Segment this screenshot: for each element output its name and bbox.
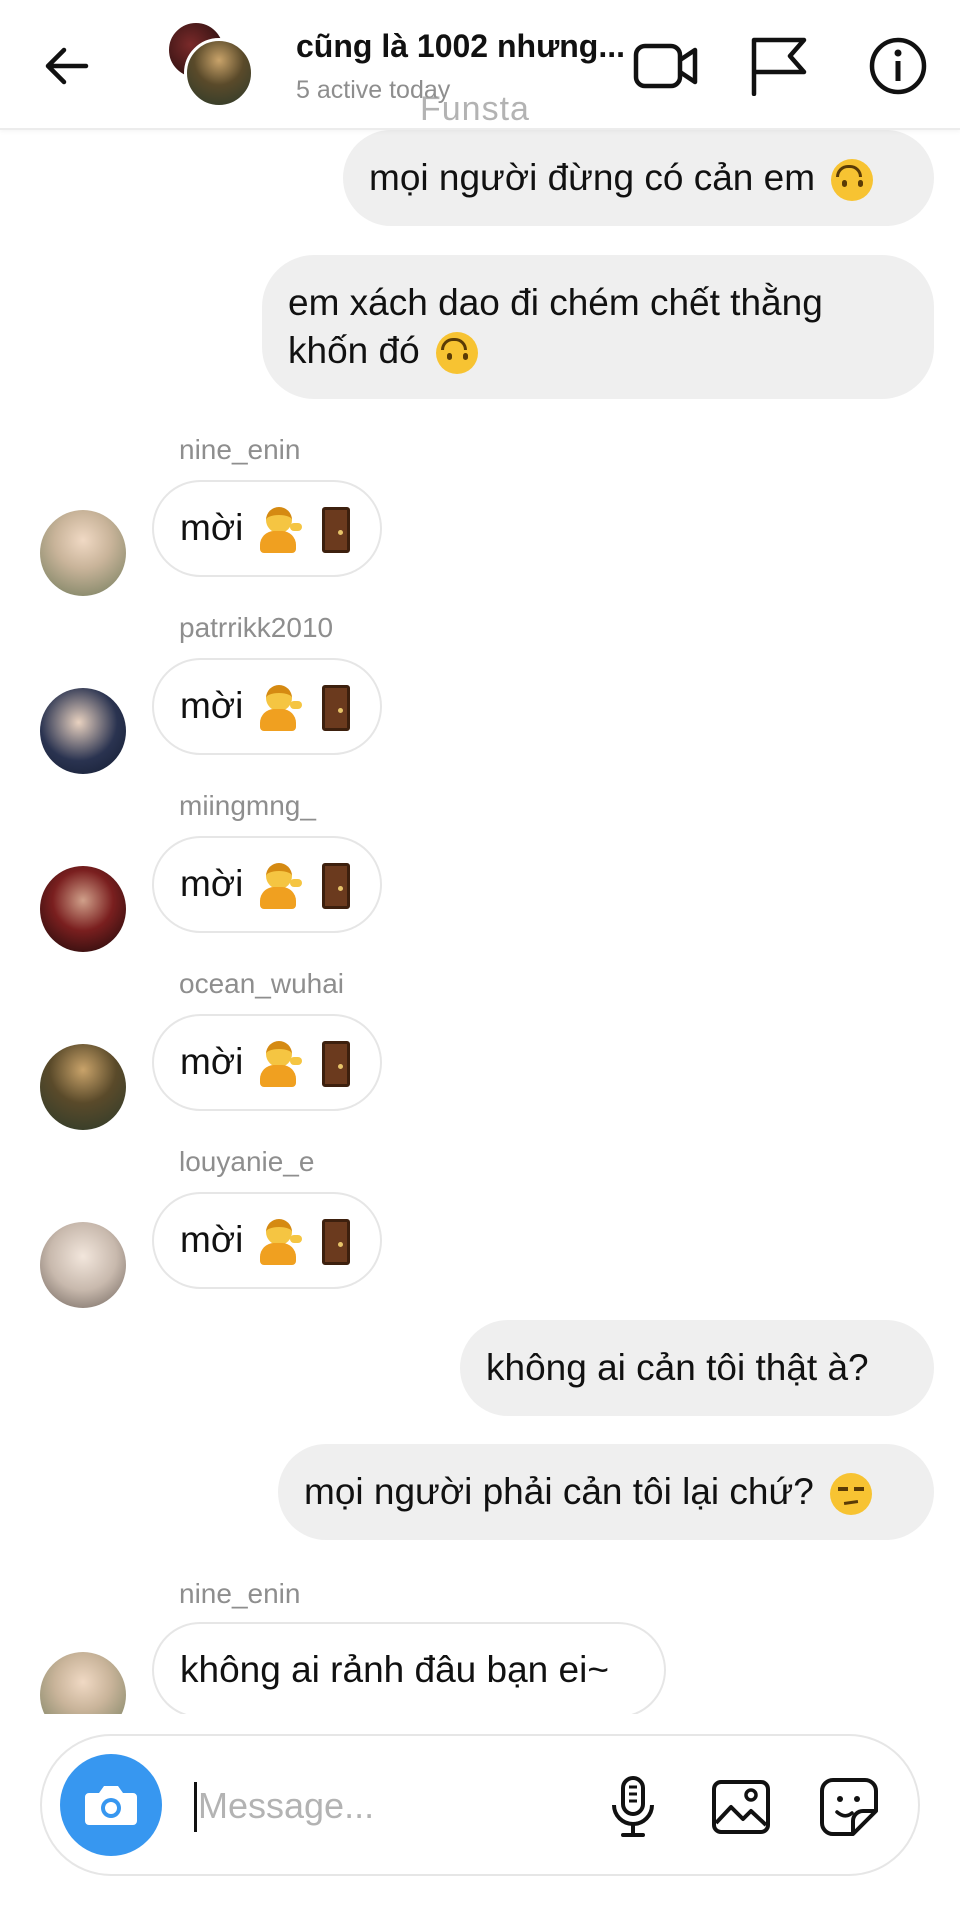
unamused-face-icon [830, 1473, 873, 1516]
door-icon [321, 685, 350, 732]
gallery-button[interactable] [706, 1772, 776, 1842]
video-camera-icon [633, 43, 698, 89]
incoming-message[interactable]: mời [152, 1014, 382, 1112]
sender-username: nine_enin [179, 434, 301, 465]
message-composer [40, 1734, 920, 1876]
microphone-icon [612, 1776, 654, 1837]
person-tipping-hand-icon [259, 1041, 304, 1088]
back-arrow-icon [45, 47, 89, 85]
message-text: mời [180, 1219, 244, 1260]
door-icon [321, 1041, 350, 1088]
incoming-message[interactable]: mời [152, 658, 382, 756]
avatar[interactable] [40, 510, 126, 596]
door-icon [321, 507, 350, 554]
avatar[interactable] [40, 866, 126, 952]
sender-username: ocean_wuhai [179, 968, 345, 999]
watermark: Funsta [420, 90, 530, 128]
outgoing-message[interactable]: em xách dao đi chém chết thằng khốn đó [262, 255, 934, 399]
sticker-button[interactable] [814, 1772, 884, 1842]
upside-down-face-icon [435, 332, 478, 375]
message-text: em xách dao đi chém chết thằng khốn đó [288, 282, 823, 371]
message-text: mọi người đừng có cản em [369, 157, 816, 198]
avatar[interactable] [40, 1044, 126, 1130]
avatar[interactable] [40, 688, 126, 774]
text-caret [194, 1782, 197, 1832]
outgoing-message[interactable]: mọi người đừng có cản em [343, 130, 934, 226]
camera-button[interactable] [60, 1754, 162, 1856]
message-text: mời [180, 507, 244, 548]
message-input[interactable] [198, 1776, 598, 1836]
sender-username: miingmng_ [179, 790, 316, 821]
person-tipping-hand-icon [259, 1219, 304, 1266]
info-button[interactable] [862, 30, 934, 102]
incoming-message[interactable]: mời [152, 480, 382, 578]
person-tipping-hand-icon [259, 863, 304, 910]
incoming-message[interactable]: mời [152, 836, 382, 934]
back-button[interactable] [38, 38, 94, 94]
voice-message-button[interactable] [598, 1772, 668, 1842]
flag-icon [751, 37, 807, 96]
last-message-clip: không ai rảnh đâu bạn ei~ [0, 1620, 960, 1714]
door-icon [321, 1219, 350, 1266]
outgoing-message[interactable]: không ai cản tôi thật à? [460, 1320, 934, 1416]
sticker-icon [820, 1778, 878, 1836]
incoming-message[interactable]: mời [152, 1192, 382, 1290]
person-tipping-hand-icon [259, 507, 304, 554]
video-call-button[interactable] [630, 30, 702, 102]
message-text: mời [180, 685, 244, 726]
sender-username: patrrikk2010 [179, 612, 334, 643]
person-tipping-hand-icon [259, 685, 304, 732]
member-avatar [184, 38, 254, 108]
report-button[interactable] [744, 30, 816, 102]
message-text: không ai rảnh đâu bạn ei~ [180, 1649, 609, 1690]
outgoing-message[interactable]: mọi người phải cản tôi lại chứ? [278, 1444, 934, 1540]
info-icon [869, 37, 927, 95]
message-text: mọi người phải cản tôi lại chứ? [304, 1471, 814, 1512]
chat-header: cũng là 1002 nhưng... 5 active today Fun… [0, 0, 960, 130]
chat-title[interactable]: cũng là 1002 nhưng... [296, 28, 636, 65]
upside-down-face-icon [831, 159, 874, 202]
avatar[interactable] [40, 1652, 126, 1714]
incoming-message[interactable]: không ai rảnh đâu bạn ei~ [152, 1622, 666, 1714]
message-text: mời [180, 1041, 244, 1082]
message-text: mời [180, 863, 244, 904]
group-avatar[interactable] [166, 20, 256, 110]
sender-username: louyanie_e [179, 1146, 315, 1177]
avatar[interactable] [40, 1222, 126, 1308]
gallery-icon [712, 1780, 770, 1834]
sender-username: nine_enin [179, 1578, 301, 1609]
camera-icon [85, 1786, 137, 1825]
door-icon [321, 863, 350, 910]
message-text: không ai cản tôi thật à? [486, 1347, 869, 1388]
